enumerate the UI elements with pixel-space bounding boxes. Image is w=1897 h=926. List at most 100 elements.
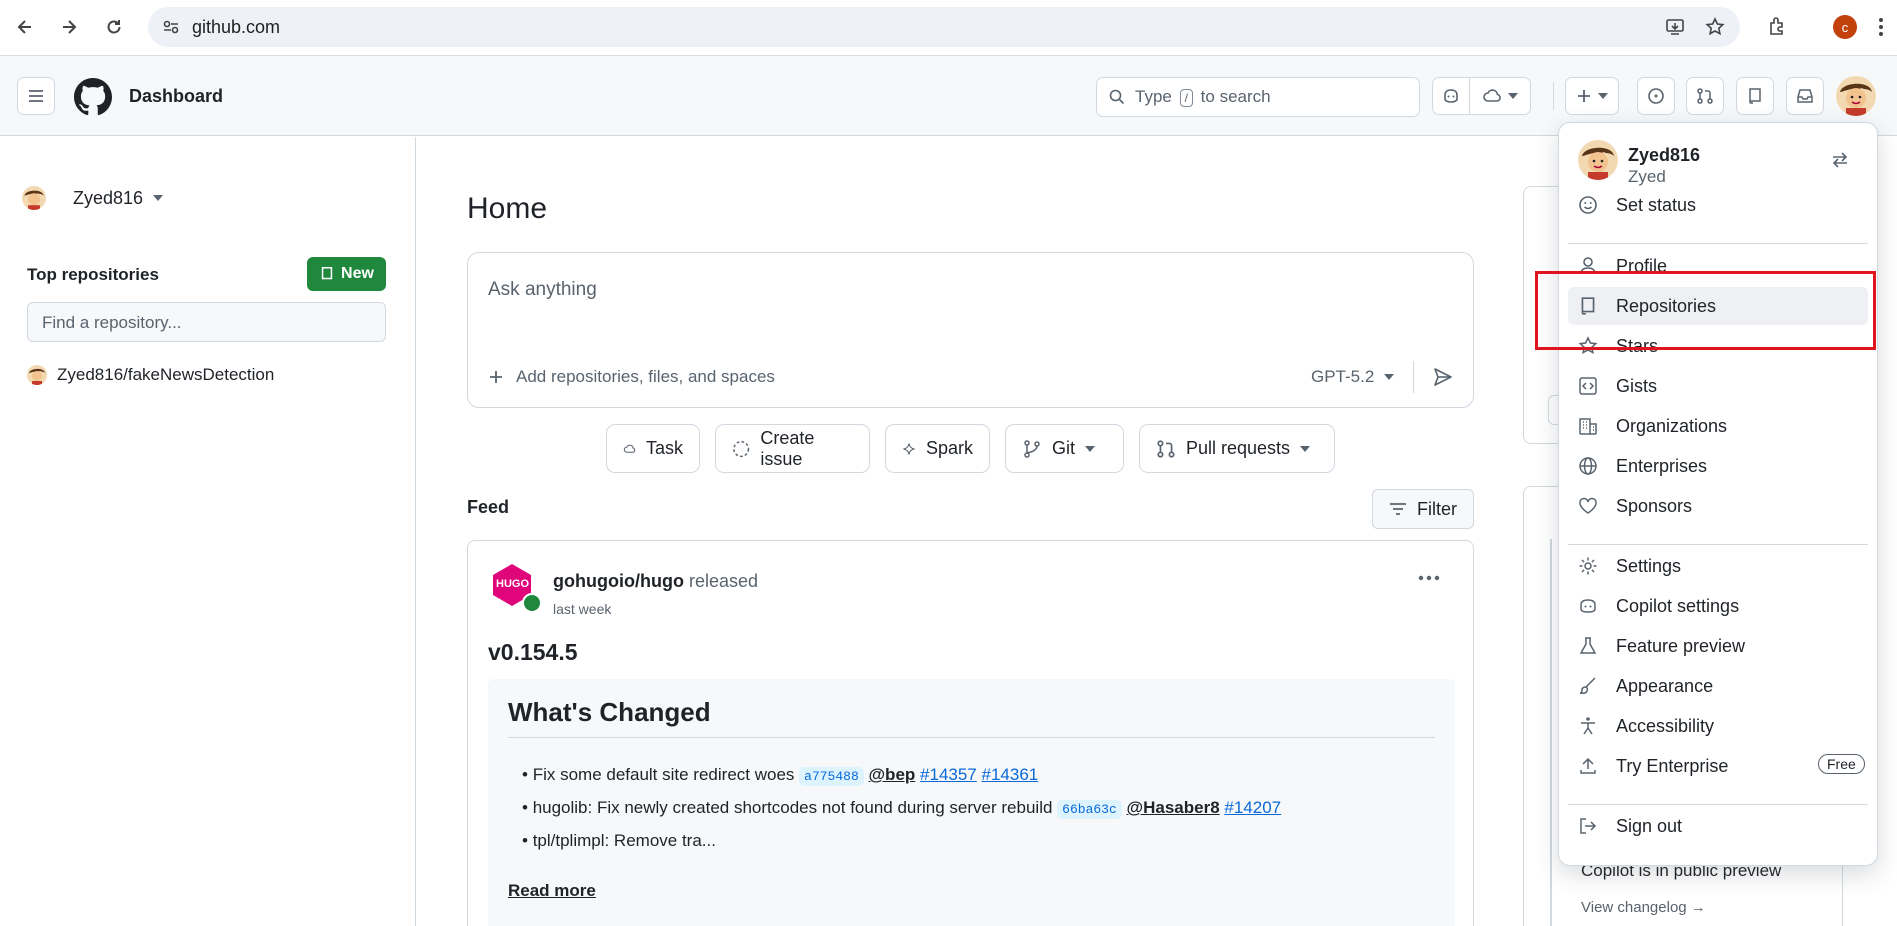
read-more-link[interactable]: Read more [508, 881, 596, 901]
release-version[interactable]: v0.154.5 [488, 639, 578, 666]
page-title[interactable]: Dashboard [129, 86, 223, 107]
github-logo-icon[interactable] [74, 78, 112, 116]
spark-button[interactable]: Spark [885, 424, 990, 473]
sign-out-icon [1580, 818, 1597, 834]
create-issue-button[interactable]: Create issue [715, 424, 870, 473]
back-button[interactable] [8, 10, 42, 44]
header-divider [1553, 82, 1554, 110]
avatar-image [1836, 76, 1876, 116]
git-branch-icon [1024, 439, 1040, 458]
filter-icon [1390, 503, 1406, 515]
menu-divider [1568, 804, 1868, 805]
feed-repo-link[interactable]: gohugoio/hugo [553, 571, 684, 591]
task-button[interactable]: Task [606, 424, 700, 473]
menu-item-organizations[interactable]: Organizations [1568, 407, 1868, 445]
repo-link: Zyed816/fakeNewsDetection [57, 365, 275, 384]
filter-label: Filter [1417, 498, 1457, 519]
pull-requests-dropdown[interactable]: Pull requests [1139, 424, 1335, 473]
hamburger-icon [29, 90, 43, 102]
copilot-chat-button[interactable] [1432, 77, 1470, 115]
menu-item-enterprises[interactable]: Enterprises [1568, 447, 1868, 485]
avatar-image [1578, 140, 1618, 180]
reload-icon [107, 20, 121, 34]
plus-icon [1578, 90, 1590, 102]
reload-button[interactable] [97, 10, 131, 44]
dashboard-sidebar: Zyed816 Top repositories New Find a repo… [0, 137, 416, 926]
composer-placeholder: Ask anything [488, 279, 597, 300]
menu-item-sponsors[interactable]: Sponsors [1568, 487, 1868, 525]
hugo-logo-icon[interactable]: HUGO [490, 563, 542, 613]
list-item: • tpl/tplimpl: Remove tra... [522, 831, 716, 850]
copilot-agents-dropdown[interactable] [1469, 77, 1531, 115]
find-repository-input[interactable]: Find a repository... [27, 302, 386, 342]
create-new-button[interactable] [1565, 77, 1619, 115]
switch-account-icon[interactable] [1831, 151, 1849, 169]
user-mention[interactable]: @bep [868, 765, 915, 784]
menu-divider [1568, 243, 1868, 244]
tag-badge-icon [522, 593, 542, 613]
address-bar[interactable]: github.com [148, 7, 1740, 47]
menu-item-accessibility[interactable]: Accessibility [1568, 707, 1868, 745]
git-dropdown[interactable]: Git [1005, 424, 1124, 473]
repositories-button[interactable] [1736, 77, 1774, 115]
forward-button[interactable] [52, 10, 86, 44]
extensions-icon[interactable] [1767, 15, 1789, 37]
menu-item-gists[interactable]: Gists [1568, 367, 1868, 405]
dashed-circle-icon [733, 440, 750, 457]
search-input[interactable]: Type / to search [1096, 77, 1420, 117]
issues-button[interactable] [1637, 77, 1675, 115]
pull-requests-button[interactable] [1686, 77, 1724, 115]
gear-icon [1579, 557, 1597, 575]
forward-arrow-icon [63, 20, 77, 34]
find-repository-placeholder: Find a repository... [42, 313, 182, 332]
set-status-item[interactable]: Set status [1568, 186, 1868, 224]
copilot-icon [1444, 89, 1458, 103]
commit-sha[interactable]: a775488 [799, 767, 864, 786]
context-switcher[interactable]: Zyed816 [22, 186, 164, 210]
feed-action: released [688, 571, 759, 591]
user-mention[interactable]: @Hasaber8 [1127, 798, 1220, 817]
menu-item-sign-out[interactable]: Sign out [1568, 807, 1868, 845]
view-changelog-link[interactable]: View changelog → [1581, 899, 1706, 916]
create-issue-label: Create issue [760, 427, 815, 469]
git-label: Git [1052, 438, 1076, 458]
smiley-icon [1579, 196, 1597, 214]
issue-link[interactable]: #14357 [920, 765, 977, 784]
avatar-image [27, 365, 47, 385]
inbox-button[interactable] [1786, 77, 1824, 115]
browser-profile-avatar[interactable]: c [1833, 15, 1857, 39]
add-context-button[interactable]: Add repositories, files, and spaces [488, 367, 775, 387]
menu-item-copilot-settings[interactable]: Copilot settings [1568, 587, 1868, 625]
issue-link[interactable]: #14207 [1224, 798, 1281, 817]
menu-username: Zyed816 [1628, 145, 1701, 165]
menu-item-settings[interactable]: Settings [1568, 547, 1868, 585]
upload-icon [1580, 757, 1596, 774]
feed-filter-button[interactable]: Filter [1372, 489, 1474, 529]
menu-item-appearance[interactable]: Appearance [1568, 667, 1868, 705]
caret-down-icon [1598, 93, 1608, 99]
copilot-icon [1580, 599, 1596, 613]
paintbrush-icon [1579, 677, 1596, 694]
issue-icon [1648, 88, 1664, 104]
issue-link[interactable]: #14361 [982, 765, 1039, 784]
send-icon[interactable] [1432, 366, 1454, 388]
back-arrow-icon [17, 20, 31, 34]
caret-down-icon [1508, 93, 1518, 99]
heading-rule [508, 737, 1435, 738]
new-button-label: New [341, 265, 374, 282]
new-repository-button[interactable]: New [307, 257, 386, 291]
accessibility-icon [1581, 717, 1595, 735]
menu-item-feature-preview[interactable]: Feature preview [1568, 627, 1868, 665]
repo-list-item[interactable]: Zyed816/fakeNewsDetection [27, 365, 274, 385]
git-pull-request-icon [1157, 439, 1175, 458]
browser-toolbar: github.com c [0, 0, 1897, 56]
caret-down-icon [153, 195, 164, 201]
model-picker[interactable]: GPT-5.2 [1311, 367, 1395, 387]
kebab-horizontal-icon[interactable] [1418, 575, 1440, 581]
open-global-nav-button[interactable] [17, 77, 55, 115]
browser-menu-icon[interactable] [1878, 17, 1884, 37]
menu-item-try-enterprise[interactable]: Try Enterprise Free [1568, 747, 1868, 785]
copilot-composer[interactable]: Ask anything Add repositories, files, an… [467, 252, 1474, 408]
user-avatar[interactable] [1836, 76, 1876, 116]
commit-sha[interactable]: 66ba63c [1057, 800, 1122, 819]
